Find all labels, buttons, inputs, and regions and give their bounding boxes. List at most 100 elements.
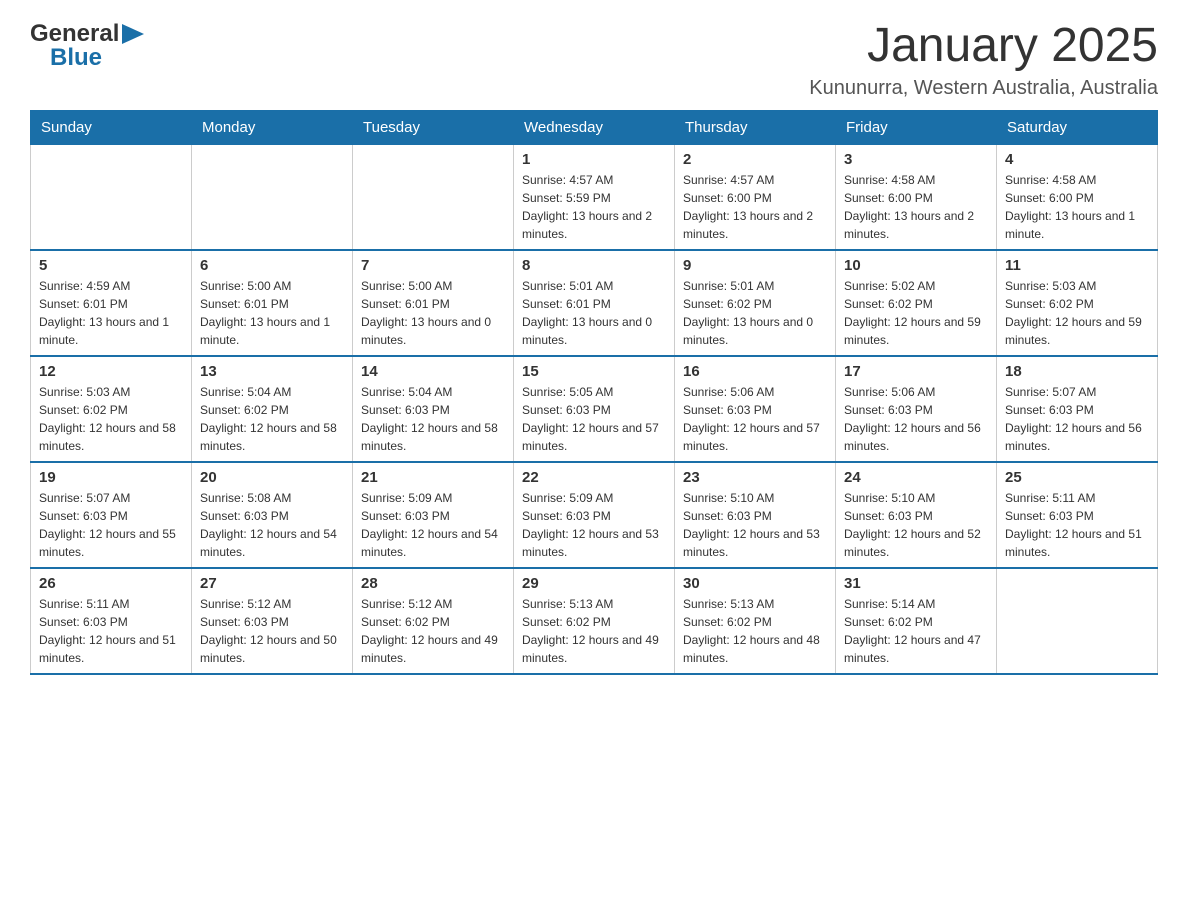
day-info: Sunrise: 5:06 AMSunset: 6:03 PMDaylight:… — [844, 383, 988, 455]
calendar-cell: 25Sunrise: 5:11 AMSunset: 6:03 PMDayligh… — [997, 462, 1158, 568]
day-number: 3 — [844, 151, 988, 168]
calendar-cell — [192, 144, 353, 250]
day-number: 31 — [844, 575, 988, 592]
calendar-cell: 5 Sunrise: 4:59 AMSunset: 6:01 PMDaylight… — [31, 250, 192, 356]
calendar-cell: 17 Sunrise: 5:06 AMSunset: 6:03 PMDayligh… — [836, 356, 997, 462]
calendar-cell: 26 Sunrise: 5:11 AMSunset: 6:03 PMDayligh… — [31, 568, 192, 674]
calendar-cell: 23 Sunrise: 5:10 AMSunset: 6:03 PMDayligh… — [675, 462, 836, 568]
calendar-cell: 30Sunrise: 5:13 AMSunset: 6:02 PMDayligh… — [675, 568, 836, 674]
title-section: January 2025 Kununurra, Western Australi… — [809, 20, 1158, 100]
day-info: Sunrise: 5:03 AMSunset: 6:02 PMDaylight:… — [1005, 277, 1149, 349]
day-info: Sunrise: 5:01 AMSunset: 6:02 PMDaylight:… — [683, 277, 827, 349]
calendar-cell: 27 Sunrise: 5:12 AMSunset: 6:03 PMDayligh… — [192, 568, 353, 674]
logo: General Blue — [30, 20, 144, 72]
day-number: 27 — [200, 575, 344, 592]
day-number: 11 — [1005, 257, 1149, 274]
day-info: Sunrise: 5:11 AMSunset: 6:03 PMDaylight:… — [39, 595, 183, 667]
calendar-week-4: 19 Sunrise: 5:07 AMSunset: 6:03 PMDayligh… — [31, 462, 1158, 568]
day-number: 12 — [39, 363, 183, 380]
day-number: 13 — [200, 363, 344, 380]
logo-triangle-icon — [122, 24, 144, 46]
day-number: 7 — [361, 257, 505, 274]
day-info: Sunrise: 5:02 AMSunset: 6:02 PMDaylight:… — [844, 277, 988, 349]
day-info: Sunrise: 5:06 AMSunset: 6:03 PMDaylight:… — [683, 383, 827, 455]
calendar-cell: 1 Sunrise: 4:57 AMSunset: 5:59 PMDaylight… — [514, 144, 675, 250]
calendar-header-monday: Monday — [192, 110, 353, 144]
day-number: 15 — [522, 363, 666, 380]
calendar-cell: 8Sunrise: 5:01 AMSunset: 6:01 PMDaylight… — [514, 250, 675, 356]
day-number: 24 — [844, 469, 988, 486]
calendar-cell: 19 Sunrise: 5:07 AMSunset: 6:03 PMDayligh… — [31, 462, 192, 568]
calendar-cell: 22 Sunrise: 5:09 AMSunset: 6:03 PMDayligh… — [514, 462, 675, 568]
day-info: Sunrise: 5:14 AMSunset: 6:02 PMDaylight:… — [844, 595, 988, 667]
day-number: 17 — [844, 363, 988, 380]
logo-blue-text: Blue — [50, 44, 102, 72]
day-info: Sunrise: 5:04 AMSunset: 6:03 PMDaylight:… — [361, 383, 505, 455]
calendar-cell — [31, 144, 192, 250]
calendar-week-1: 1 Sunrise: 4:57 AMSunset: 5:59 PMDaylight… — [31, 144, 1158, 250]
day-info: Sunrise: 5:04 AMSunset: 6:02 PMDaylight:… — [200, 383, 344, 455]
page-header: General Blue January 2025 Kununurra, Wes… — [30, 20, 1158, 100]
day-number: 2 — [683, 151, 827, 168]
day-number: 22 — [522, 469, 666, 486]
calendar-cell: 20 Sunrise: 5:08 AMSunset: 6:03 PMDayligh… — [192, 462, 353, 568]
day-number: 30 — [683, 575, 827, 592]
main-title: January 2025 — [809, 20, 1158, 73]
day-number: 23 — [683, 469, 827, 486]
calendar-cell: 16 Sunrise: 5:06 AMSunset: 6:03 PMDayligh… — [675, 356, 836, 462]
calendar-cell — [997, 568, 1158, 674]
day-number: 18 — [1005, 363, 1149, 380]
day-number: 4 — [1005, 151, 1149, 168]
calendar-header-tuesday: Tuesday — [353, 110, 514, 144]
day-info: Sunrise: 4:59 AMSunset: 6:01 PMDaylight:… — [39, 277, 183, 349]
calendar-cell: 21 Sunrise: 5:09 AMSunset: 6:03 PMDayligh… — [353, 462, 514, 568]
calendar-cell: 4Sunrise: 4:58 AMSunset: 6:00 PMDaylight… — [997, 144, 1158, 250]
calendar-cell: 9 Sunrise: 5:01 AMSunset: 6:02 PMDaylight… — [675, 250, 836, 356]
calendar-cell: 10 Sunrise: 5:02 AMSunset: 6:02 PMDayligh… — [836, 250, 997, 356]
day-info: Sunrise: 4:57 AMSunset: 6:00 PMDaylight:… — [683, 171, 827, 243]
day-info: Sunrise: 5:10 AMSunset: 6:03 PMDaylight:… — [683, 489, 827, 561]
calendar-header-sunday: Sunday — [31, 110, 192, 144]
day-number: 16 — [683, 363, 827, 380]
calendar-cell: 13 Sunrise: 5:04 AMSunset: 6:02 PMDayligh… — [192, 356, 353, 462]
day-number: 5 — [39, 257, 183, 274]
day-info: Sunrise: 5:13 AMSunset: 6:02 PMDaylight:… — [522, 595, 666, 667]
day-number: 8 — [522, 257, 666, 274]
day-number: 21 — [361, 469, 505, 486]
calendar-cell: 28Sunrise: 5:12 AMSunset: 6:02 PMDayligh… — [353, 568, 514, 674]
day-info: Sunrise: 5:09 AMSunset: 6:03 PMDaylight:… — [361, 489, 505, 561]
day-number: 1 — [522, 151, 666, 168]
calendar-header-wednesday: Wednesday — [514, 110, 675, 144]
calendar-header-row: SundayMondayTuesdayWednesdayThursdayFrid… — [31, 110, 1158, 144]
calendar-cell: 31 Sunrise: 5:14 AMSunset: 6:02 PMDayligh… — [836, 568, 997, 674]
day-info: Sunrise: 5:07 AMSunset: 6:03 PMDaylight:… — [1005, 383, 1149, 455]
calendar-header-thursday: Thursday — [675, 110, 836, 144]
calendar-cell: 14Sunrise: 5:04 AMSunset: 6:03 PMDayligh… — [353, 356, 514, 462]
day-number: 26 — [39, 575, 183, 592]
calendar-week-3: 12 Sunrise: 5:03 AMSunset: 6:02 PMDayligh… — [31, 356, 1158, 462]
day-info: Sunrise: 4:58 AMSunset: 6:00 PMDaylight:… — [844, 171, 988, 243]
day-info: Sunrise: 5:03 AMSunset: 6:02 PMDaylight:… — [39, 383, 183, 455]
day-info: Sunrise: 5:09 AMSunset: 6:03 PMDaylight:… — [522, 489, 666, 561]
day-number: 19 — [39, 469, 183, 486]
day-info: Sunrise: 4:57 AMSunset: 5:59 PMDaylight:… — [522, 171, 666, 243]
calendar-header-saturday: Saturday — [997, 110, 1158, 144]
day-info: Sunrise: 5:12 AMSunset: 6:03 PMDaylight:… — [200, 595, 344, 667]
calendar-cell: 3 Sunrise: 4:58 AMSunset: 6:00 PMDaylight… — [836, 144, 997, 250]
day-info: Sunrise: 5:12 AMSunset: 6:02 PMDaylight:… — [361, 595, 505, 667]
calendar-cell: 2 Sunrise: 4:57 AMSunset: 6:00 PMDaylight… — [675, 144, 836, 250]
calendar-cell: 18 Sunrise: 5:07 AMSunset: 6:03 PMDayligh… — [997, 356, 1158, 462]
calendar-cell: 15 Sunrise: 5:05 AMSunset: 6:03 PMDayligh… — [514, 356, 675, 462]
day-number: 6 — [200, 257, 344, 274]
day-info: Sunrise: 5:05 AMSunset: 6:03 PMDaylight:… — [522, 383, 666, 455]
calendar-week-2: 5 Sunrise: 4:59 AMSunset: 6:01 PMDaylight… — [31, 250, 1158, 356]
day-info: Sunrise: 5:00 AMSunset: 6:01 PMDaylight:… — [361, 277, 505, 349]
day-info: Sunrise: 5:08 AMSunset: 6:03 PMDaylight:… — [200, 489, 344, 561]
calendar-cell: 11 Sunrise: 5:03 AMSunset: 6:02 PMDayligh… — [997, 250, 1158, 356]
day-info: Sunrise: 5:00 AMSunset: 6:01 PMDaylight:… — [200, 277, 344, 349]
day-info: Sunrise: 5:07 AMSunset: 6:03 PMDaylight:… — [39, 489, 183, 561]
day-number: 10 — [844, 257, 988, 274]
day-number: 20 — [200, 469, 344, 486]
calendar-cell: 12 Sunrise: 5:03 AMSunset: 6:02 PMDayligh… — [31, 356, 192, 462]
day-number: 9 — [683, 257, 827, 274]
